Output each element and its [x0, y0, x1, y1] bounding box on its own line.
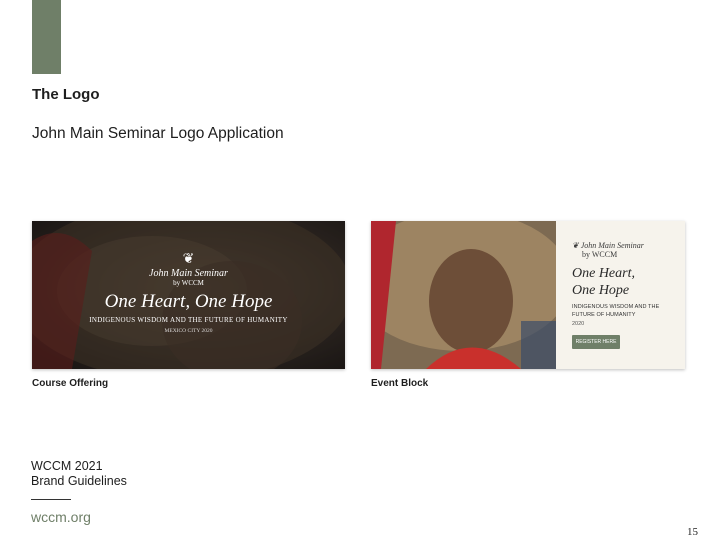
footer-line1: WCCM 2021: [31, 459, 103, 473]
course-logo-line2: by WCCM: [173, 279, 204, 287]
accent-bar: [32, 0, 61, 74]
caption-event-block: Event Block: [371, 378, 429, 389]
event-block-image: ❦ John Main Seminar by WCCM One Heart, O…: [371, 221, 685, 369]
section-subtitle: John Main Seminar Logo Application: [32, 125, 284, 142]
course-logo-line1: John Main Seminar: [149, 268, 228, 279]
event-year: 2020: [572, 321, 585, 327]
course-headline: One Heart, One Hope: [104, 291, 273, 312]
caption-course-offering: Course Offering: [32, 378, 109, 389]
footer-url[interactable]: wccm.org: [31, 509, 91, 525]
section-title: The Logo: [32, 86, 100, 103]
footer-text: WCCM 2021 Brand Guidelines: [31, 459, 127, 489]
course-tagline: Indigenous Wisdom and the Future of Huma…: [89, 316, 288, 324]
course-offering-image: ❦ John Main Seminar by WCCM One Heart, O…: [32, 221, 345, 369]
course-location: Mexico City 2020: [164, 328, 213, 334]
event-headline-2: One Hope: [572, 283, 630, 298]
event-logo-line2: by WCCM: [582, 250, 618, 259]
event-logo-line1: John Main Seminar: [580, 241, 644, 250]
event-panel: ❦ John Main Seminar by WCCM One Heart, O…: [556, 221, 685, 369]
event-tagline: Indigenous Wisdom and the Future of Huma…: [572, 304, 660, 318]
footer-divider: [31, 499, 71, 500]
footer-line2: Brand Guidelines: [31, 474, 127, 488]
register-button[interactable]: Register Here: [572, 335, 620, 349]
event-headline-1: One Heart,: [572, 266, 635, 281]
portrait-photo: [371, 221, 556, 369]
logo-icon: ❦: [572, 241, 581, 250]
page-number: 15: [687, 526, 698, 538]
logo-icon: ❦: [182, 252, 195, 267]
